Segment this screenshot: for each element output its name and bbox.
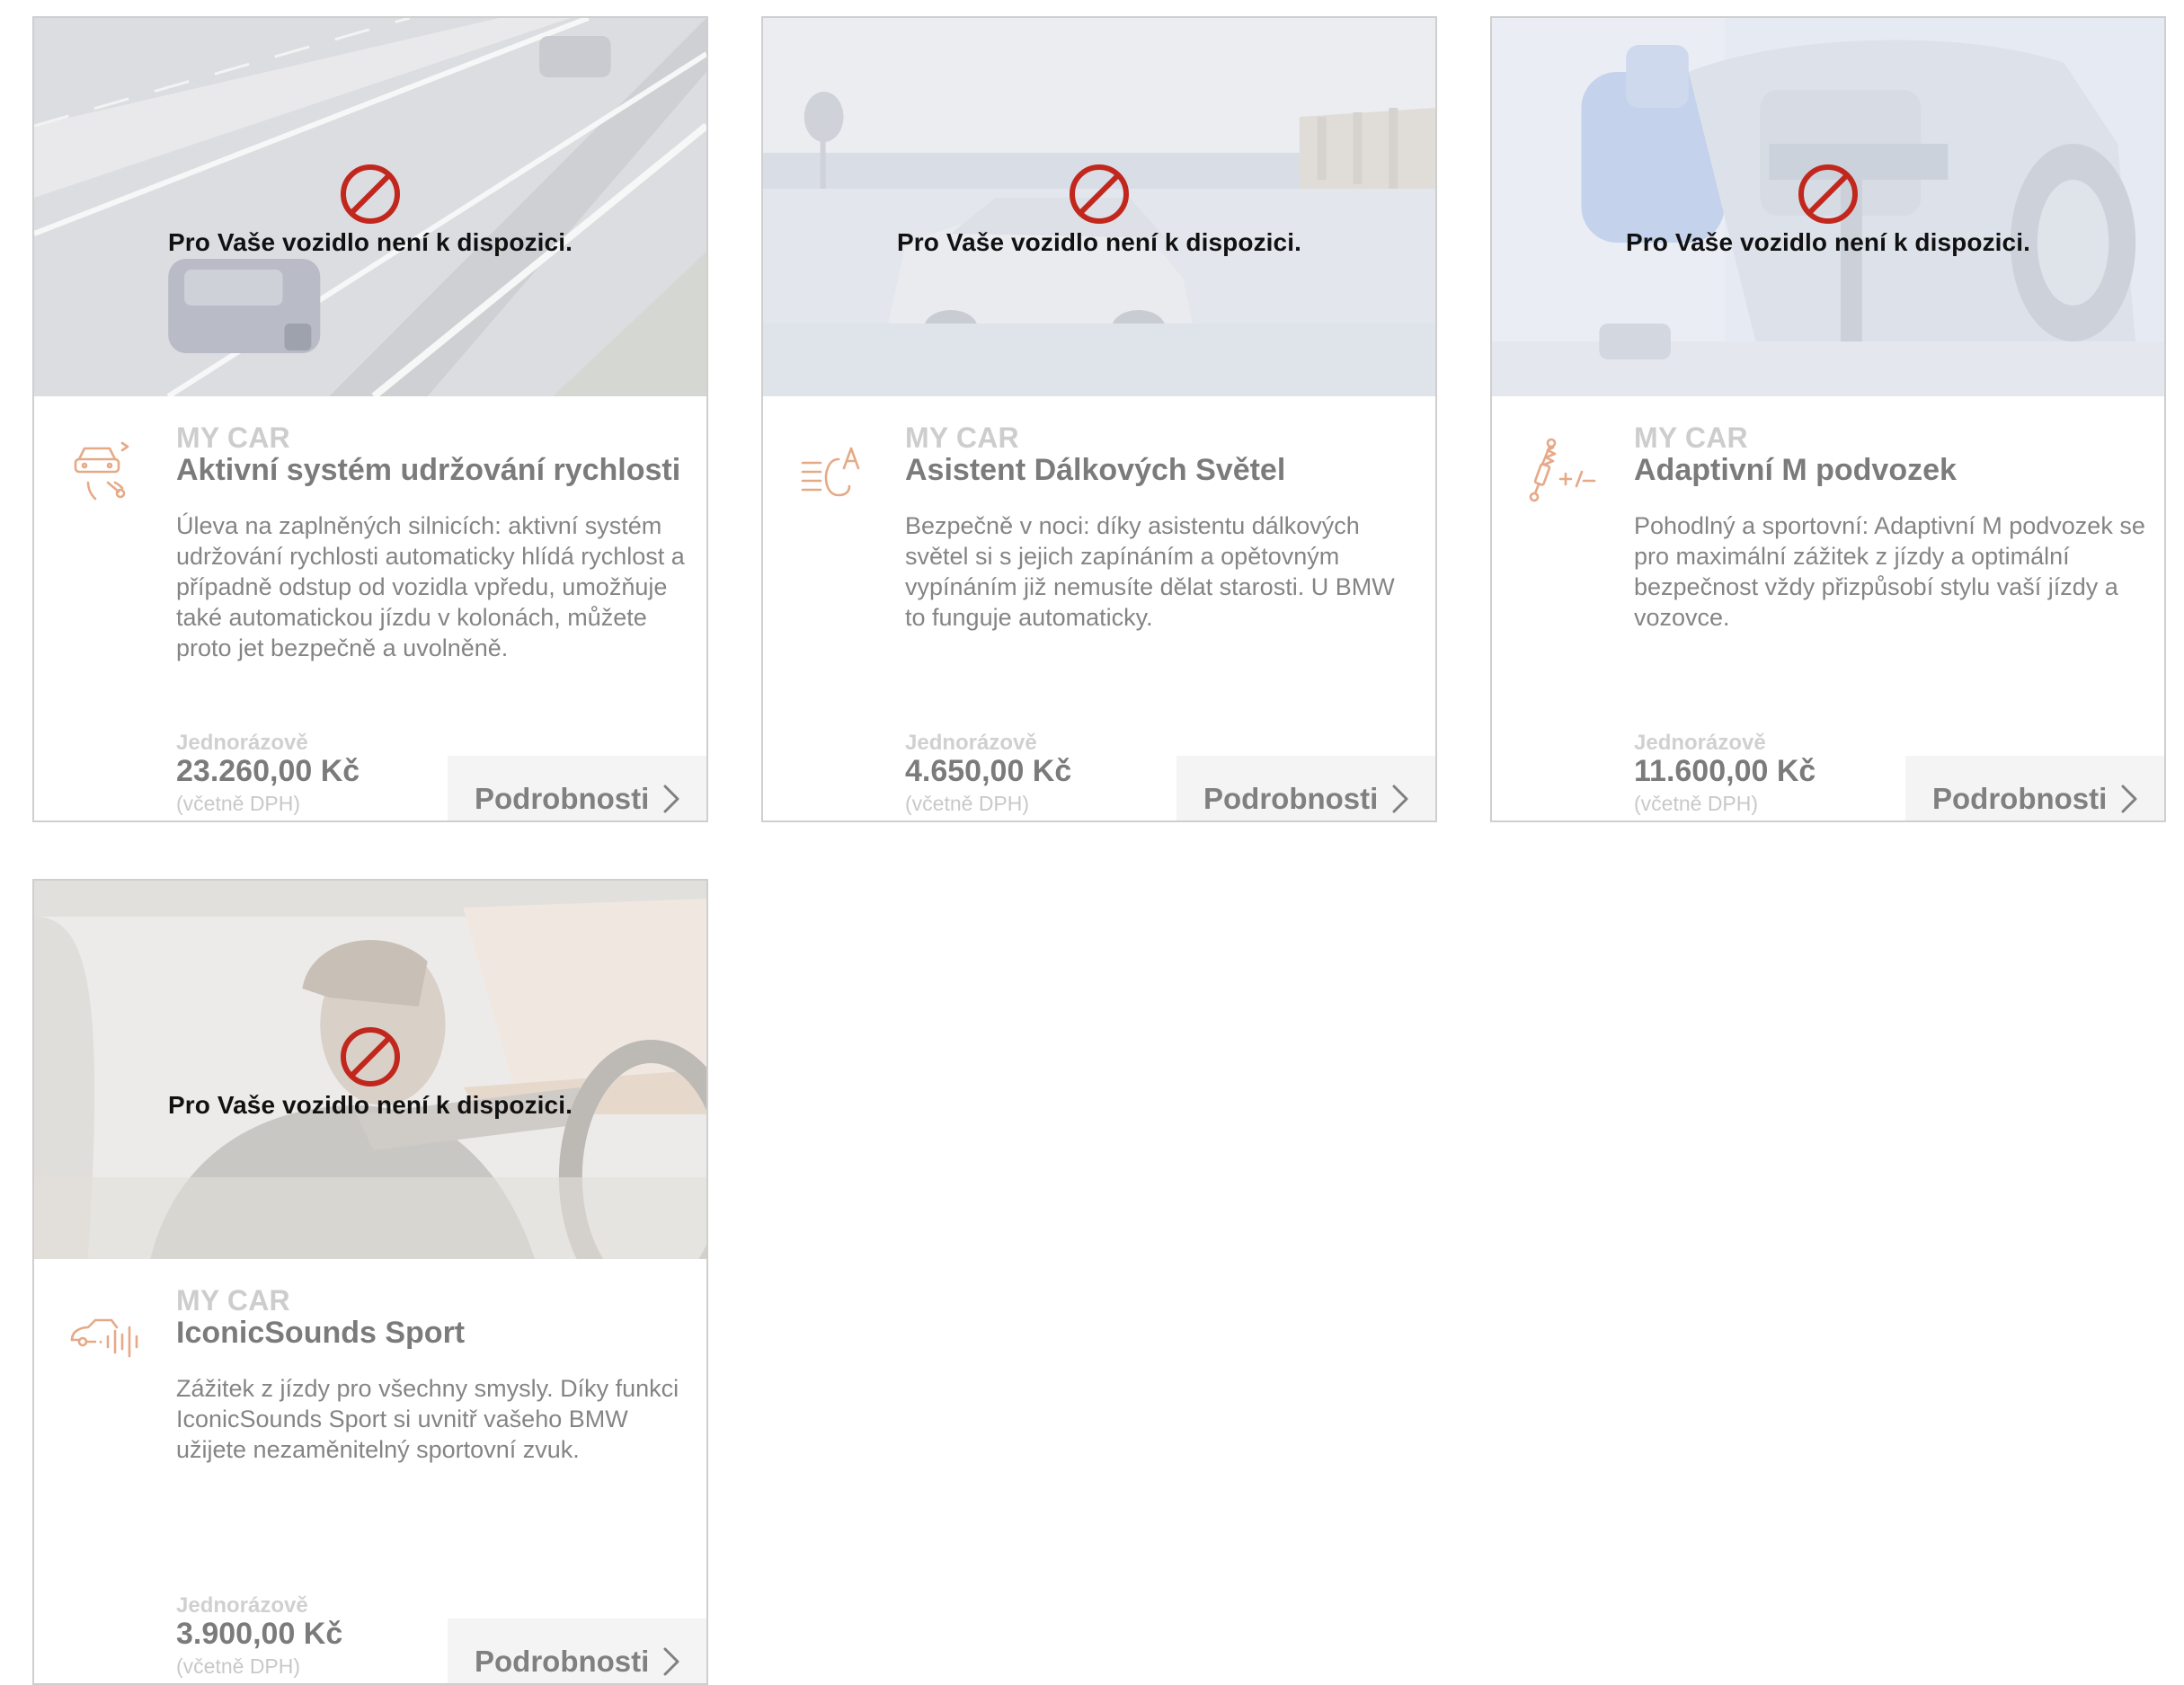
card-description: Úleva na zaplněných silnicích: aktivní s…	[176, 512, 685, 661]
feature-image-suspension: Pro Vaše vozidlo není k dispozici.	[1492, 18, 2164, 396]
details-button[interactable]: Podrobnosti	[448, 756, 706, 820]
price: 23.260,00 Kč	[176, 754, 360, 788]
card-description: Zážitek z jízdy pro všechny smysly. Díky…	[176, 1375, 679, 1463]
details-button-label: Podrobnosti	[475, 782, 650, 815]
not-available-icon	[1796, 162, 1860, 226]
unavailable-text: Pro Vaše vozidlo není k dispozici.	[1626, 228, 2030, 256]
card-category: MY CAR	[1634, 421, 1748, 454]
details-button[interactable]: Podrobnosti	[1176, 756, 1435, 820]
price-label: Jednorázově	[905, 731, 1037, 755]
price-label: Jednorázově	[1634, 731, 1766, 755]
card-title: Aktivní systém udržování rychlosti	[176, 453, 681, 487]
chevron-right-icon	[661, 1646, 681, 1677]
price: 4.650,00 Kč	[905, 754, 1072, 788]
vat-note: (včetně DPH)	[176, 1654, 301, 1678]
price: 3.900,00 Kč	[176, 1617, 343, 1651]
feature-image-highway: Pro Vaše vozidlo není k dispozici.	[34, 18, 706, 396]
details-button-label: Podrobnosti	[1932, 782, 2108, 815]
details-button-label: Podrobnosti	[475, 1645, 650, 1678]
speed-control-car-icon	[74, 441, 129, 501]
card-title: Asistent Dálkových Světel	[905, 453, 1286, 487]
not-available-icon	[338, 1024, 403, 1089]
card-body: MY CAR Aktivní systém udržování rychlost…	[34, 396, 706, 820]
vat-note: (včetně DPH)	[176, 792, 301, 815]
details-button[interactable]: Podrobnosti	[1905, 756, 2164, 820]
chevron-right-icon	[2119, 784, 2139, 814]
chevron-right-icon	[661, 784, 681, 814]
card-title: IconicSounds Sport	[176, 1316, 466, 1350]
details-button[interactable]: Podrobnosti	[448, 1618, 706, 1683]
high-beam-assist-icon	[801, 447, 860, 497]
price-label: Jednorázově	[176, 731, 308, 755]
unavailable-overlay: Pro Vaše vozidlo není k dispozici.	[1492, 162, 2164, 257]
unavailable-overlay: Pro Vaše vozidlo není k dispozici.	[763, 162, 1435, 257]
card-body: MY CAR Adaptivní M podvozek Pohodlný a s…	[1492, 396, 2164, 820]
vat-note: (včetně DPH)	[1634, 792, 1759, 815]
card-description: Bezpečně v noci: díky asistentu dálkovýc…	[905, 512, 1395, 631]
details-button-label: Podrobnosti	[1203, 782, 1379, 815]
unavailable-text: Pro Vaše vozidlo není k dispozici.	[897, 228, 1301, 256]
card-body: MY CAR Asistent Dálkových Světel Bezpečn…	[763, 396, 1435, 820]
chevron-right-icon	[1390, 784, 1410, 814]
price-label: Jednorázově	[176, 1593, 308, 1618]
not-available-icon	[1067, 162, 1132, 226]
adaptive-suspension-icon	[1529, 438, 1596, 502]
unavailable-text: Pro Vaše vozidlo není k dispozici.	[168, 228, 573, 256]
feature-image-driver: Pro Vaše vozidlo není k dispozici.	[34, 881, 706, 1259]
unavailable-overlay: Pro Vaše vozidlo není k dispozici.	[34, 162, 706, 257]
price: 11.600,00 Kč	[1634, 754, 1816, 788]
feature-card: Pro Vaše vozidlo není k dispozici. MY CA…	[761, 16, 1437, 822]
card-category: MY CAR	[176, 1284, 290, 1317]
iconic-sounds-icon	[70, 1318, 138, 1358]
feature-card: Pro Vaše vozidlo není k dispozici. MY CA…	[32, 16, 708, 822]
feature-image-night-car: Pro Vaše vozidlo není k dispozici.	[763, 18, 1435, 396]
card-body: MY CAR IconicSounds Sport Zážitek z jízd…	[34, 1259, 706, 1683]
not-available-icon	[338, 162, 403, 226]
card-description: Pohodlný a sportovní: Adaptivní M podvoz…	[1634, 512, 2145, 631]
card-category: MY CAR	[905, 421, 1019, 454]
card-title: Adaptivní M podvozek	[1634, 453, 1957, 487]
vat-note: (včetně DPH)	[905, 792, 1030, 815]
unavailable-overlay: Pro Vaše vozidlo není k dispozici.	[34, 1024, 706, 1120]
card-category: MY CAR	[176, 421, 290, 454]
unavailable-text: Pro Vaše vozidlo není k dispozici.	[168, 1091, 573, 1119]
feature-card: Pro Vaše vozidlo není k dispozici. MY CA…	[1490, 16, 2166, 822]
feature-card: Pro Vaše vozidlo není k dispozici. MY CA…	[32, 879, 708, 1685]
